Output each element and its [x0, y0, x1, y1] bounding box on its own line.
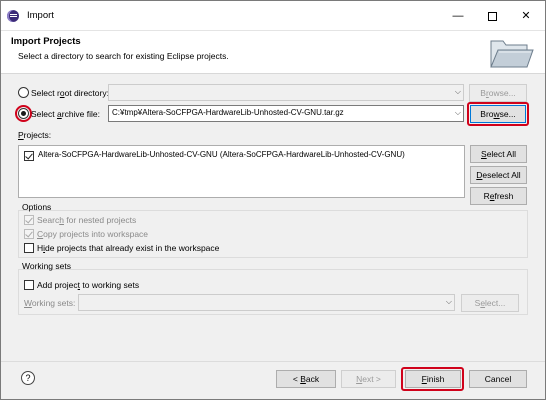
- hide-existing-checkbox[interactable]: [24, 243, 34, 253]
- projects-label: Projects:: [18, 130, 52, 140]
- refresh-button[interactable]: Refresh: [470, 187, 527, 205]
- deselect-all-button[interactable]: Deselect All: [470, 166, 527, 184]
- select-working-sets-button[interactable]: Select...: [461, 294, 519, 312]
- select-working-sets-label: Select...: [474, 298, 506, 308]
- root-directory-combo[interactable]: ⌵: [108, 84, 464, 101]
- project-checkbox[interactable]: [24, 151, 34, 161]
- page-title: Import Projects: [11, 36, 81, 47]
- select-all-label: Select All: [481, 149, 516, 159]
- eclipse-icon: [7, 10, 19, 22]
- back-button[interactable]: < Back: [276, 370, 336, 388]
- select-all-button[interactable]: Select All: [470, 145, 527, 163]
- cancel-button[interactable]: Cancel: [469, 370, 527, 388]
- search-nested-label: Search for nested projects: [37, 215, 137, 225]
- chevron-down-icon: ⌵: [454, 87, 461, 96]
- highlight-rect: [401, 367, 464, 391]
- deselect-all-label: Deselect All: [476, 170, 521, 180]
- title-bar[interactable]: Import — ✕: [1, 1, 545, 31]
- import-dialog: Import — ✕ Import Projects Select a dire…: [0, 0, 546, 400]
- copy-projects-label: Copy projects into workspace: [37, 229, 149, 239]
- archive-file-combo[interactable]: C:¥tmp¥Altera-SoCFPGA-HardwareLib-Unhost…: [108, 105, 464, 122]
- working-sets-combo[interactable]: ⌵: [78, 294, 455, 311]
- chevron-down-icon: ⌵: [454, 108, 461, 117]
- chevron-down-icon: ⌵: [445, 297, 452, 306]
- root-directory-label: Select root directory:: [31, 88, 109, 98]
- add-working-sets-label: Add project to working sets: [37, 280, 140, 290]
- help-icon[interactable]: ?: [21, 371, 35, 385]
- wizard-header: Import Projects Select a directory to se…: [1, 31, 545, 74]
- add-working-sets-checkbox[interactable]: [24, 280, 34, 290]
- maximize-button[interactable]: [475, 1, 509, 31]
- page-description: Select a directory to search for existin…: [18, 51, 229, 61]
- window-title: Import: [27, 10, 54, 21]
- cancel-label: Cancel: [484, 374, 512, 384]
- search-nested-checkbox[interactable]: [24, 215, 34, 225]
- highlight-circle: [15, 105, 32, 122]
- close-button[interactable]: ✕: [509, 1, 543, 31]
- next-label: Next >: [356, 374, 381, 384]
- footer-separator: [1, 361, 545, 362]
- back-label: < Back: [292, 374, 320, 384]
- working-sets-title: Working sets: [22, 261, 71, 271]
- options-title: Options: [22, 202, 52, 212]
- root-directory-radio[interactable]: [18, 87, 29, 98]
- working-sets-label: Working sets:: [24, 298, 76, 308]
- folder-open-icon: [490, 40, 534, 68]
- project-item-label: Altera-SoCFPGA-HardwareLib-Unhosted-CV-G…: [38, 150, 405, 159]
- projects-list[interactable]: Altera-SoCFPGA-HardwareLib-Unhosted-CV-G…: [18, 145, 465, 198]
- root-browse-button[interactable]: Browse...: [469, 84, 527, 102]
- archive-file-value: C:¥tmp¥Altera-SoCFPGA-HardwareLib-Unhost…: [112, 108, 344, 117]
- archive-file-label: Select archive file:: [31, 109, 100, 119]
- minimize-button[interactable]: —: [441, 1, 475, 31]
- next-button[interactable]: Next >: [341, 370, 396, 388]
- hide-existing-label: Hide projects that already exist in the …: [37, 243, 220, 253]
- maximize-icon: [487, 11, 497, 21]
- root-browse-label: Browse...: [480, 88, 516, 98]
- copy-projects-checkbox[interactable]: [24, 229, 34, 239]
- highlight-rect: [467, 102, 529, 126]
- refresh-label: Refresh: [483, 191, 514, 201]
